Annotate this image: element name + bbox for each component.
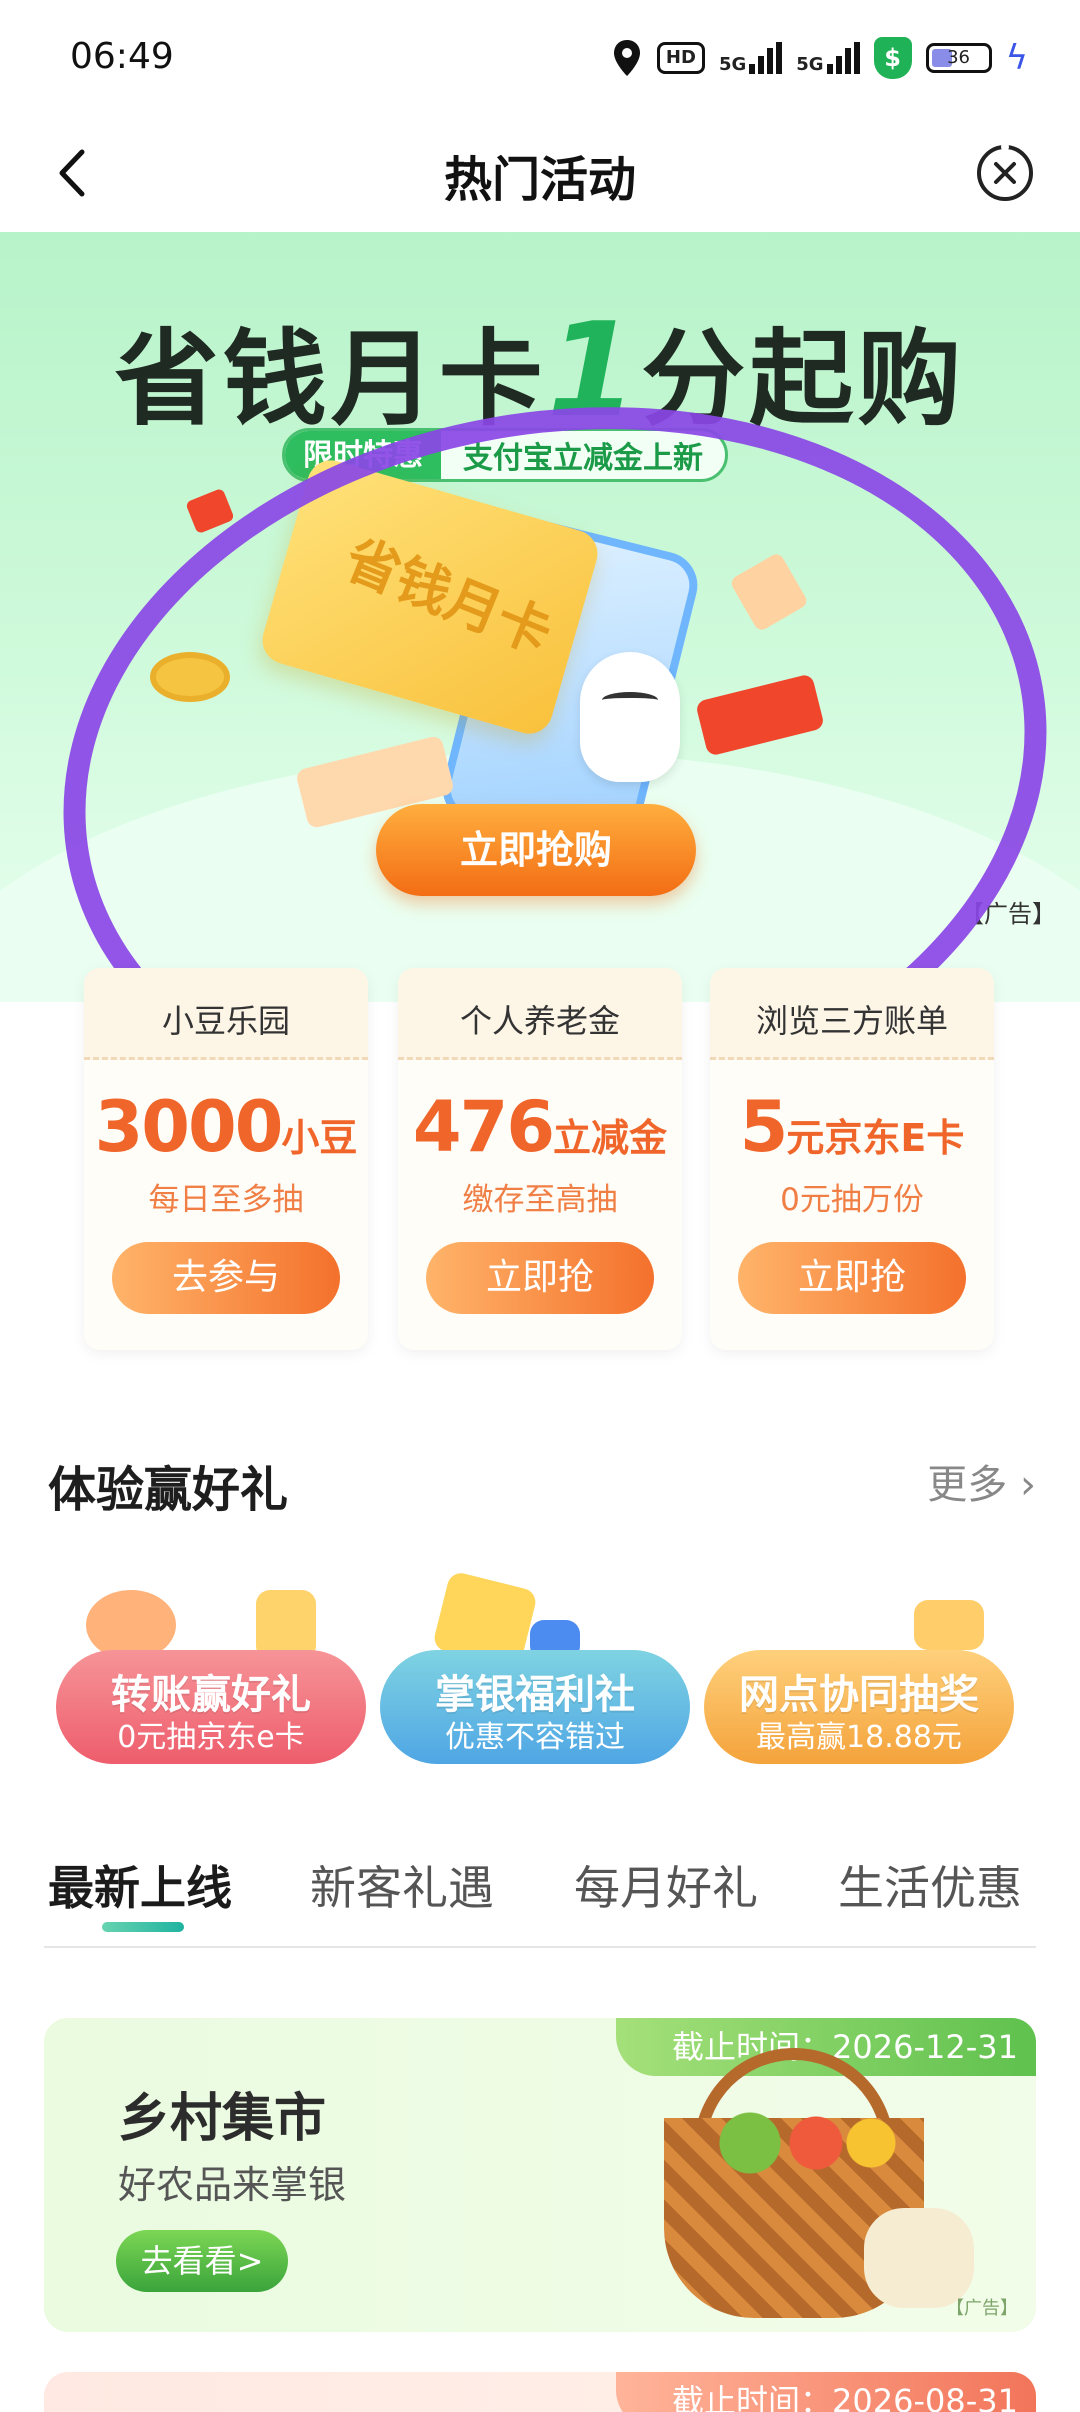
tab-monthly[interactable]: 每月好礼: [574, 1852, 758, 1918]
battery-icon: 36: [925, 43, 992, 73]
status-icons: HD 5G 5G $ 36 ϟ: [611, 36, 1028, 80]
close-button[interactable]: [970, 138, 1040, 208]
promo-card-name: 个人养老金: [459, 1002, 620, 1040]
activity-card-subtitle: 好农品来掌银: [118, 2163, 347, 2207]
chevron-right-icon: ›: [1020, 1462, 1036, 1508]
more-label: 更多: [927, 1462, 1008, 1508]
promo-card-name: 浏览三方账单: [755, 1002, 948, 1040]
promo-card-button[interactable]: 去参与: [112, 1242, 340, 1314]
gift-card-sub: 最高赢18.88元: [756, 1720, 962, 1755]
section-title: 体验赢好礼: [48, 1462, 289, 1518]
gift-card-lottery[interactable]: 网点协同抽奖 最高赢18.88元: [704, 1550, 1014, 1764]
activity-card-title: 乡村集市: [118, 2089, 327, 2149]
promo-card-button[interactable]: 立即抢: [426, 1242, 654, 1314]
hd-icon: HD: [656, 42, 705, 74]
battery-level: 36: [947, 47, 971, 68]
status-time: 06:49: [70, 36, 174, 77]
active-tab-indicator: [102, 1922, 184, 1932]
promo-card-unit: 小豆: [281, 1116, 358, 1160]
promo-card-unit: 元京东E卡: [786, 1116, 965, 1160]
gift-card-sub: 0元抽京东e卡: [117, 1720, 305, 1755]
mascot-icon: [744, 1570, 834, 1660]
promo-card-value: 3000小豆: [84, 1086, 368, 1168]
grain-sack-illustration: [864, 2208, 974, 2308]
status-bar: 06:49 HD 5G 5G $ 36 ϟ: [0, 0, 1080, 120]
promo-card-value: 476立减金: [398, 1086, 682, 1168]
view-button[interactable]: 去看看>: [116, 2230, 288, 2292]
ad-label: 【广告】: [946, 2298, 1018, 2319]
charging-icon: ϟ: [1005, 38, 1028, 78]
location-icon: [613, 40, 640, 76]
gift-card-welfare[interactable]: 掌银福利社 优惠不容错过: [380, 1550, 690, 1764]
gift-card-sub: 优惠不容错过: [445, 1720, 625, 1755]
tab-new-customer[interactable]: 新客礼遇: [310, 1852, 494, 1918]
close-icon: [977, 143, 1033, 201]
promo-card-sub: 缴存至高抽: [462, 1182, 618, 1218]
promo-card-amount: 5: [739, 1086, 789, 1168]
activity-card-rural-market[interactable]: 截止时间：2026-12-31 乡村集市 好农品来掌银 去看看> 【广告】: [44, 2018, 1036, 2332]
network-type-label-2: 5G: [796, 54, 824, 75]
network-type-label: 5G: [718, 54, 747, 75]
nav-bar: 热门活动: [0, 120, 1080, 232]
promo-card-amount: 3000: [94, 1086, 284, 1168]
deadline-badge: 截止时间：2026-08-31: [616, 2372, 1036, 2412]
promo-card-sub: 0元抽万份: [780, 1182, 924, 1218]
tab-divider: [44, 1946, 1036, 1948]
promo-card-value: 5元京东E卡: [710, 1086, 994, 1168]
page-title: 热门活动: [443, 152, 636, 208]
tab-latest[interactable]: 最新上线: [48, 1852, 232, 1918]
promo-card-name: 小豆乐园: [161, 1002, 290, 1040]
more-link[interactable]: 更多 ›: [927, 1452, 1036, 1510]
tab-life[interactable]: 生活优惠: [838, 1852, 1022, 1918]
calendar-icon: [914, 1600, 984, 1650]
promo-card-amount: 476: [412, 1086, 555, 1168]
promo-card-xiaodou[interactable]: 小豆乐园 3000小豆 每日至多抽 去参与: [84, 968, 368, 1350]
gift-card-transfer[interactable]: 转账赢好礼 0元抽京东e卡: [56, 1550, 366, 1764]
vegetables-illustration: [684, 2098, 904, 2188]
dollar-shield-icon: $: [873, 37, 912, 79]
signal-icon-2: 5G: [796, 42, 860, 75]
activity-card-next[interactable]: 截止时间：2026-08-31: [44, 2372, 1036, 2412]
signal-icon: 5G: [718, 42, 783, 75]
promo-card-pension[interactable]: 个人养老金 476立减金 缴存至高抽 立即抢: [398, 968, 682, 1350]
promo-card-sub: 每日至多抽: [148, 1182, 304, 1218]
promo-banner[interactable]: 省钱月卡1分起购 限时特惠 支付宝立减金上新 省钱月卡 立即抢购 【广告】: [0, 232, 1080, 1002]
promo-card-bills[interactable]: 浏览三方账单 5元京东E卡 0元抽万份 立即抢: [710, 968, 994, 1350]
promo-card-unit: 立减金: [553, 1116, 668, 1160]
promo-card-button[interactable]: 立即抢: [738, 1242, 966, 1314]
